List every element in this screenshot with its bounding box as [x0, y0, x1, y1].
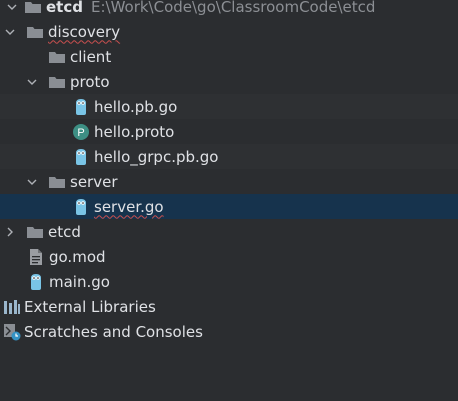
folder-label-client: client [70, 47, 112, 66]
tree-row-external-libraries[interactable]: External Libraries [0, 294, 458, 319]
tree-row-client[interactable]: client [0, 44, 458, 69]
folder-label-etcd: etcd [48, 222, 81, 241]
folder-icon [48, 48, 66, 66]
gopher-icon [72, 148, 90, 166]
proto-file-icon: P [72, 123, 90, 141]
folder-icon [26, 23, 44, 41]
libraries-icon [3, 298, 21, 316]
external-libraries-label: External Libraries [24, 297, 156, 316]
scratches-label: Scratches and Consoles [24, 322, 203, 341]
project-tree: etcd E:\Work\Code\go\ClassroomCode\etcd … [0, 0, 458, 401]
project-name: etcd [46, 0, 83, 16]
file-label-main-go: main.go [49, 272, 110, 291]
scratches-icon [3, 323, 21, 341]
folder-label-server: server [70, 172, 118, 191]
tree-row-hello-grpc[interactable]: hello_grpc.pb.go [0, 144, 458, 169]
file-text-icon [27, 248, 45, 266]
chevron-down-icon[interactable] [6, 1, 18, 13]
file-label-server-go: server.go [94, 197, 164, 216]
gopher-icon [72, 98, 90, 116]
tree-row-go-mod[interactable]: go.mod [0, 244, 458, 269]
file-label-hello-proto: hello.proto [94, 122, 175, 141]
folder-label-proto: proto [70, 72, 110, 91]
chevron-down-icon[interactable] [26, 76, 38, 88]
tree-row-server-go[interactable]: server.go [0, 194, 458, 219]
tree-row-discovery[interactable]: discovery [0, 19, 458, 44]
tree-row-main-go[interactable]: main.go [0, 269, 458, 294]
tree-row-hello-pb[interactable]: hello.pb.go [0, 94, 458, 119]
chevron-down-icon[interactable] [4, 26, 16, 38]
gopher-icon [72, 198, 90, 216]
folder-icon [24, 0, 42, 16]
tree-row-hello-proto[interactable]: P hello.proto [0, 119, 458, 144]
folder-label-discovery: discovery [48, 22, 121, 41]
folder-icon [48, 73, 66, 91]
file-label-hello-grpc: hello_grpc.pb.go [94, 147, 219, 166]
gopher-icon [27, 273, 45, 291]
tree-row-proto[interactable]: proto [0, 69, 458, 94]
project-path: E:\Work\Code\go\ClassroomCode\etcd [90, 0, 376, 16]
folder-icon [48, 173, 66, 191]
chevron-right-icon[interactable] [4, 226, 16, 238]
folder-icon [26, 223, 44, 241]
tree-row-server[interactable]: server [0, 169, 458, 194]
tree-row-etcd[interactable]: etcd [0, 219, 458, 244]
tree-row-scratches[interactable]: Scratches and Consoles [0, 319, 458, 344]
tree-row-root[interactable]: etcd E:\Work\Code\go\ClassroomCode\etcd [0, 0, 458, 19]
proto-file-letter: P [77, 127, 84, 139]
file-label-go-mod: go.mod [49, 247, 106, 266]
chevron-down-icon[interactable] [26, 176, 38, 188]
file-label-hello-pb: hello.pb.go [94, 97, 178, 116]
